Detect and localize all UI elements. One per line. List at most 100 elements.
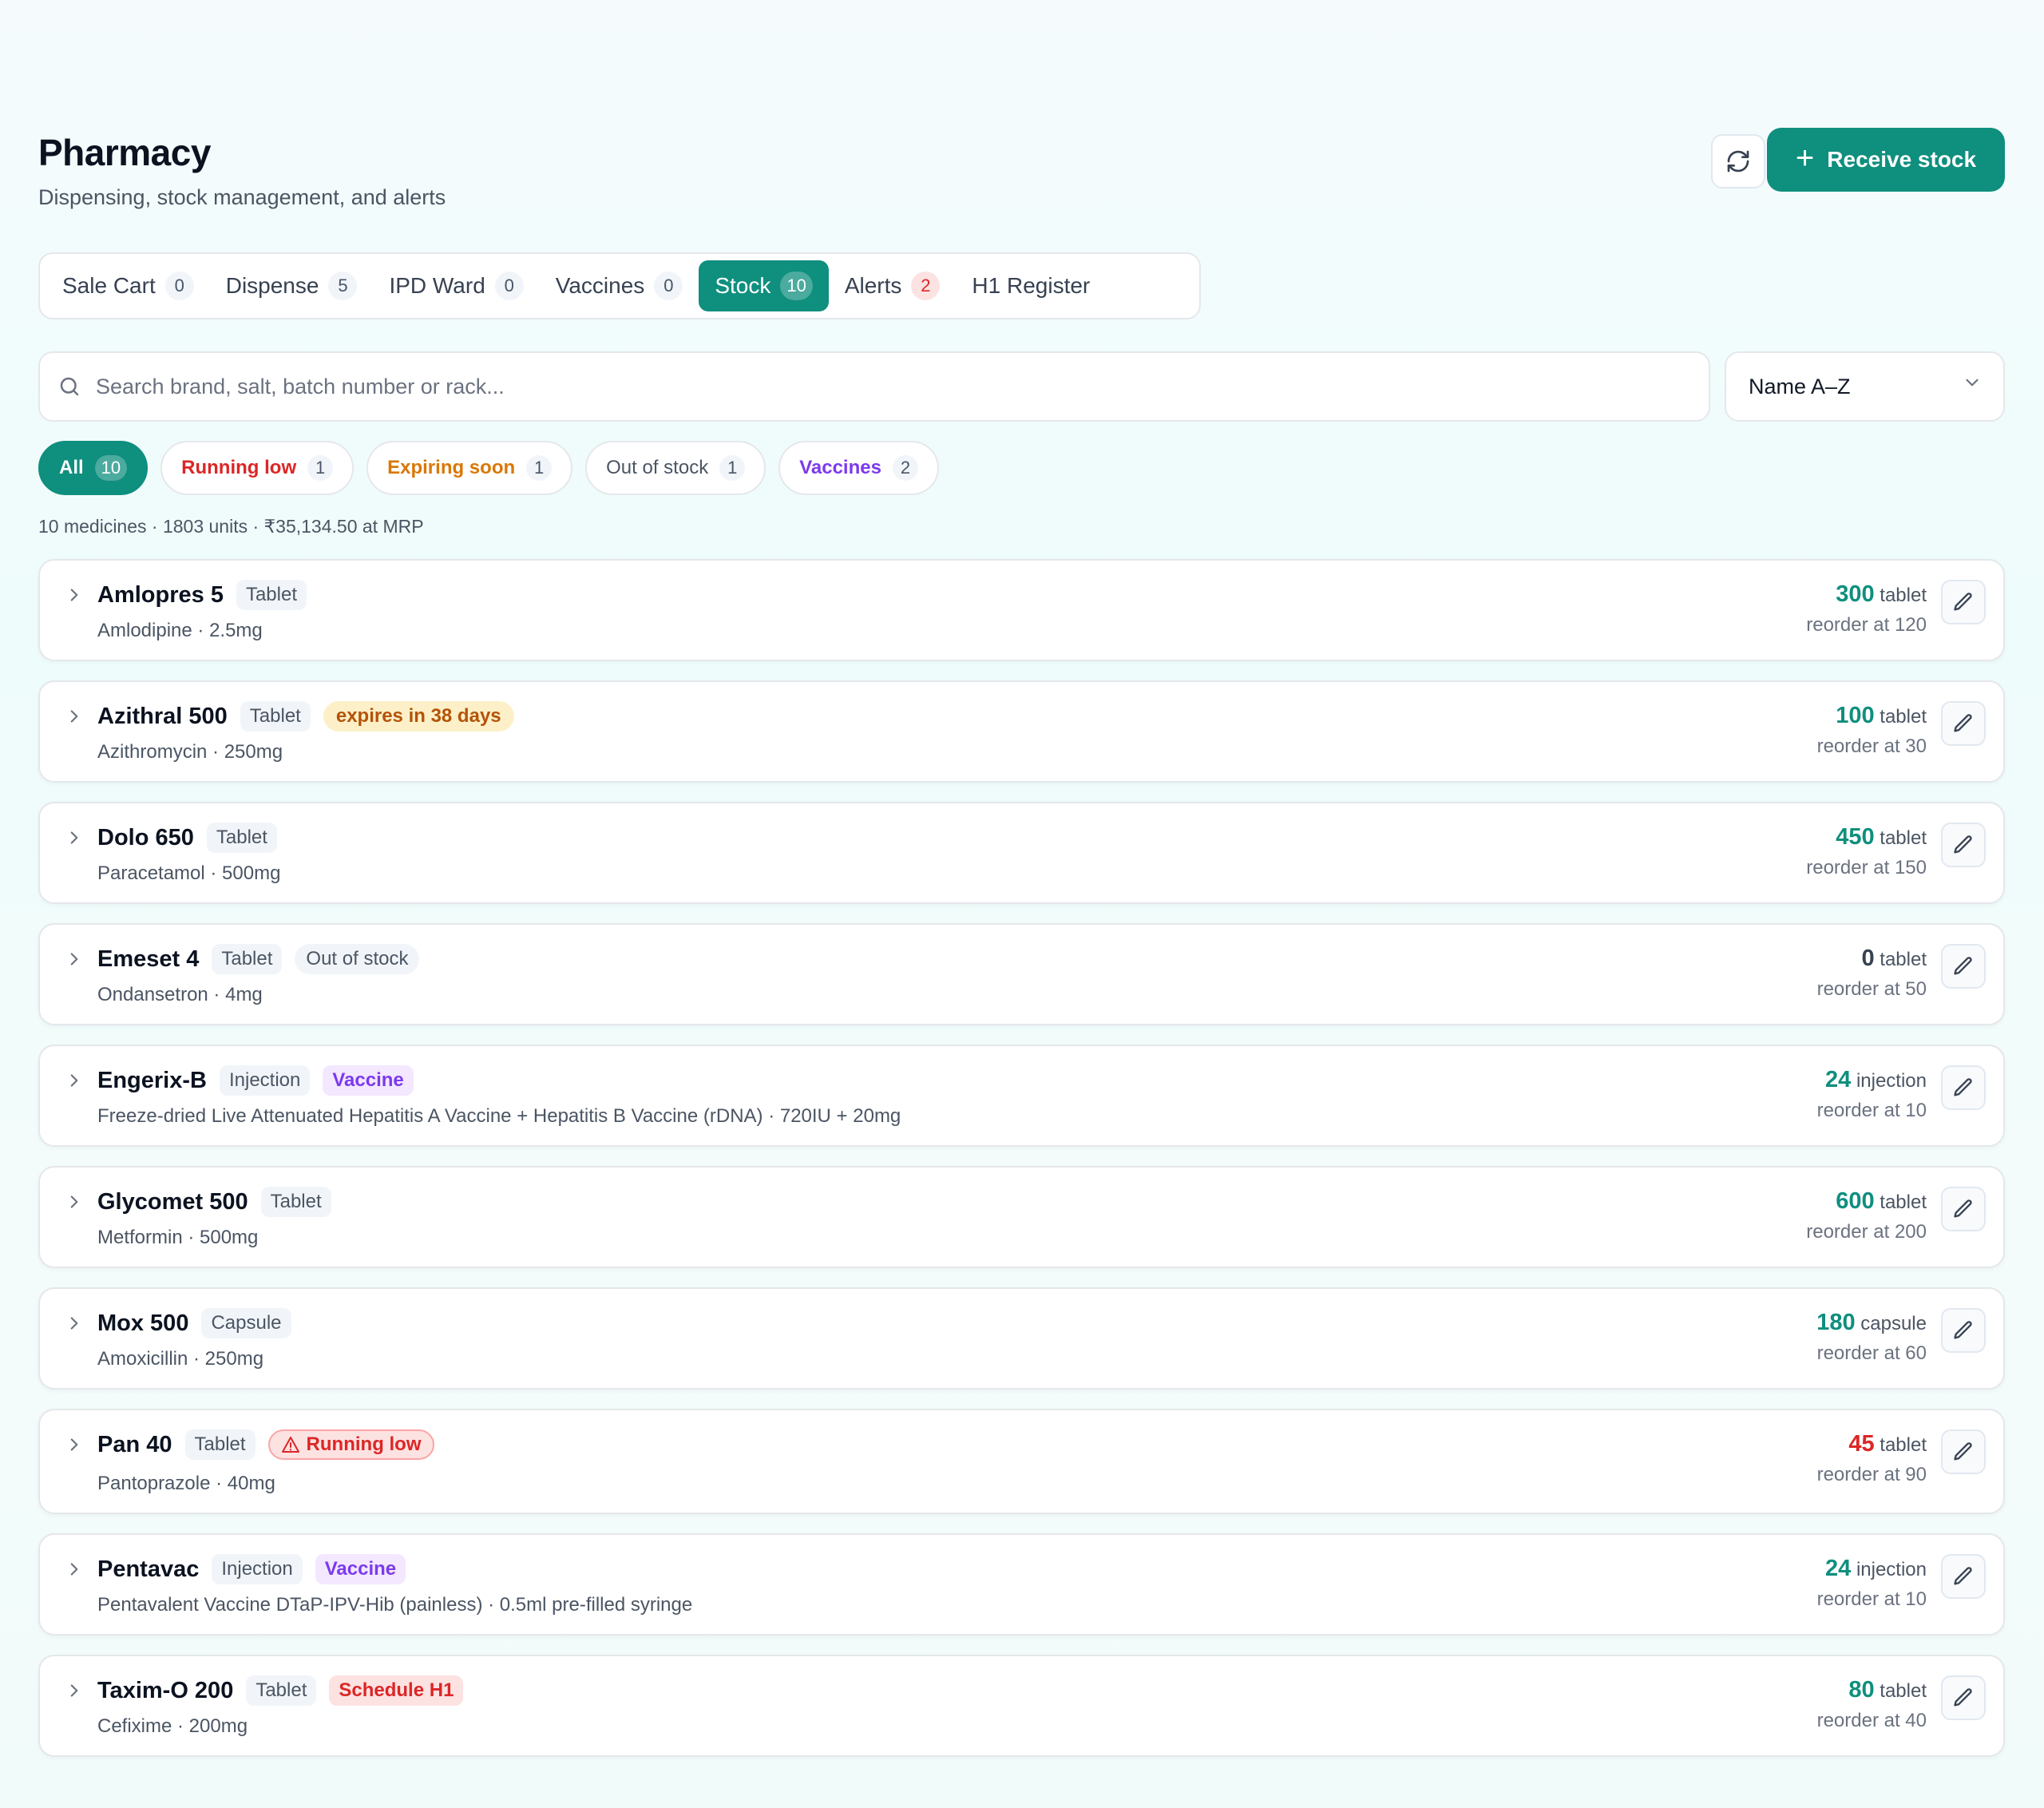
medicine-list: Amlopres 5 Tablet Amlodipine · 2.5mg 300… — [38, 559, 2005, 1776]
tab-label: Stock — [715, 273, 771, 298]
filter-count: 1 — [526, 455, 553, 481]
tab-ipd-ward[interactable]: IPD Ward 0 — [373, 260, 539, 311]
reorder-level: reorder at 40 — [1816, 1710, 1927, 1731]
receive-stock-label: Receive stock — [1827, 147, 1977, 172]
stock-summary: 10 medicines · 1803 units · ₹35,134.50 a… — [38, 516, 424, 537]
edit-button[interactable] — [1941, 944, 1986, 989]
edit-button[interactable] — [1941, 1675, 1986, 1720]
search-input[interactable]: Search brand, salt, batch number or rack… — [38, 351, 1710, 422]
medicine-row[interactable]: Amlopres 5 Tablet Amlodipine · 2.5mg 300… — [38, 559, 2005, 661]
stock-info: 300 tablet reorder at 120 — [1806, 581, 1927, 636]
tab-alerts[interactable]: Alerts 2 — [829, 260, 957, 311]
filter-count: 2 — [892, 455, 918, 481]
medicine-name: Pentavac — [97, 1556, 200, 1582]
tab-label: Dispense — [225, 273, 319, 298]
stock-info: 100 tablet reorder at 30 — [1817, 703, 1927, 758]
pencil-icon — [1954, 835, 1972, 854]
edit-button[interactable] — [1941, 1429, 1986, 1474]
filter-out-of-stock[interactable]: Out of stock 1 — [585, 441, 766, 495]
filter-expiring-soon[interactable]: Expiring soon 1 — [366, 441, 573, 495]
schedule-h1-badge: Schedule H1 — [329, 1675, 464, 1706]
edit-button[interactable] — [1941, 1554, 1986, 1599]
stock-unit: tablet — [1880, 949, 1927, 970]
edit-button[interactable] — [1941, 1308, 1986, 1353]
receive-stock-button[interactable]: + Receive stock — [1767, 128, 2005, 192]
stock-unit: injection — [1856, 1559, 1927, 1580]
medicine-salt: Pentavalent Vaccine DTaP-IPV-Hib (painle… — [97, 1594, 693, 1616]
tab-count: 2 — [911, 272, 941, 300]
filter-vaccines[interactable]: Vaccines 2 — [778, 441, 939, 495]
stock-info: 0 tablet reorder at 50 — [1817, 946, 1927, 1001]
refresh-button[interactable] — [1711, 134, 1765, 188]
medicine-salt: Metformin · 500mg — [97, 1227, 259, 1248]
medicine-row[interactable]: Dolo 650 Tablet Paracetamol · 500mg 450 … — [38, 802, 2005, 904]
medicine-name: Pan 40 — [97, 1431, 172, 1457]
medicine-row[interactable]: Taxim-O 200 Tablet Schedule H1 Cefixime … — [38, 1655, 2005, 1757]
form-tag: Tablet — [240, 701, 311, 732]
filter-count: 1 — [719, 455, 746, 481]
sort-select[interactable]: Name A–Z — [1725, 351, 2005, 422]
pencil-icon — [1954, 1078, 1972, 1096]
tab-dispense[interactable]: Dispense 5 — [210, 260, 374, 311]
tab-count: 0 — [494, 272, 524, 300]
pencil-icon — [1954, 1321, 1972, 1339]
vaccine-badge: Vaccine — [315, 1554, 406, 1584]
stock-unit: tablet — [1880, 585, 1927, 606]
medicine-row[interactable]: Glycomet 500 Tablet Metformin · 500mg 60… — [38, 1166, 2005, 1268]
refresh-icon — [1727, 150, 1749, 172]
medicine-row[interactable]: Pentavac Injection Vaccine Pentavalent V… — [38, 1533, 2005, 1636]
edit-button[interactable] — [1941, 701, 1986, 746]
form-tag: Injection — [212, 1554, 303, 1584]
tab-sale-cart[interactable]: Sale Cart 0 — [46, 260, 210, 311]
medicine-salt: Paracetamol · 500mg — [97, 862, 281, 884]
warning-icon — [281, 1437, 299, 1453]
edit-button[interactable] — [1941, 1187, 1986, 1231]
tab-count: 5 — [328, 272, 358, 300]
reorder-level: reorder at 10 — [1816, 1100, 1927, 1121]
edit-button[interactable] — [1941, 823, 1986, 867]
medicine-row[interactable]: Engerix-B Injection Vaccine Freeze-dried… — [38, 1045, 2005, 1147]
stock-quantity: 0 — [1861, 946, 1875, 971]
running-low-badge: Running low — [267, 1429, 434, 1460]
medicine-salt: Ondansetron · 4mg — [97, 984, 263, 1005]
chevron-right-icon[interactable] — [64, 1191, 85, 1212]
filter-running-low[interactable]: Running low 1 — [160, 441, 355, 495]
medicine-row[interactable]: Emeset 4 Tablet Out of stock Ondansetron… — [38, 923, 2005, 1025]
pencil-icon — [1954, 1688, 1972, 1707]
tab-h1-register[interactable]: H1 Register — [956, 260, 1106, 311]
chevron-right-icon[interactable] — [64, 1313, 85, 1334]
stock-quantity: 180 — [1816, 1310, 1856, 1335]
filter-label: Expiring soon — [387, 457, 516, 478]
chevron-right-icon[interactable] — [64, 1070, 85, 1091]
search-placeholder: Search brand, salt, batch number or rack… — [96, 374, 505, 398]
tab-label: Vaccines — [555, 273, 645, 298]
form-tag: Injection — [219, 1065, 311, 1096]
medicine-salt: Pantoprazole · 40mg — [97, 1473, 275, 1494]
stock-info: 24 injection reorder at 10 — [1817, 1067, 1927, 1122]
chevron-right-icon[interactable] — [64, 949, 85, 969]
reorder-level: reorder at 150 — [1806, 857, 1927, 878]
edit-button[interactable] — [1941, 1065, 1986, 1110]
chevron-right-icon[interactable] — [64, 706, 85, 727]
medicine-row[interactable]: Mox 500 Capsule Amoxicillin · 250mg 180 … — [38, 1287, 2005, 1390]
chevron-right-icon[interactable] — [64, 1434, 85, 1455]
tab-vaccines[interactable]: Vaccines 0 — [540, 260, 699, 311]
chevron-right-icon[interactable] — [64, 827, 85, 848]
pharmacy-tabs: Sale Cart 0 Dispense 5 IPD Ward 0 Vaccin… — [38, 252, 1201, 319]
sort-value: Name A–Z — [1749, 374, 1851, 398]
edit-button[interactable] — [1941, 580, 1986, 624]
reorder-level: reorder at 60 — [1816, 1342, 1927, 1364]
filter-all[interactable]: All 10 — [38, 441, 149, 495]
chevron-right-icon[interactable] — [64, 585, 85, 605]
chevron-right-icon[interactable] — [64, 1559, 85, 1580]
form-tag: Tablet — [260, 1187, 331, 1217]
pencil-icon — [1954, 1567, 1972, 1585]
medicine-name: Glycomet 500 — [97, 1188, 248, 1215]
medicine-row[interactable]: Pan 40 Tablet Running low Pantoprazole ·… — [38, 1409, 2005, 1514]
chevron-right-icon[interactable] — [64, 1680, 85, 1701]
form-tag: Capsule — [201, 1308, 291, 1338]
tab-stock[interactable]: Stock 10 — [699, 260, 829, 311]
pencil-icon — [1954, 957, 1972, 975]
medicine-row[interactable]: Azithral 500 Tablet expires in 38 days A… — [38, 680, 2005, 783]
form-tag: Tablet — [206, 823, 277, 853]
